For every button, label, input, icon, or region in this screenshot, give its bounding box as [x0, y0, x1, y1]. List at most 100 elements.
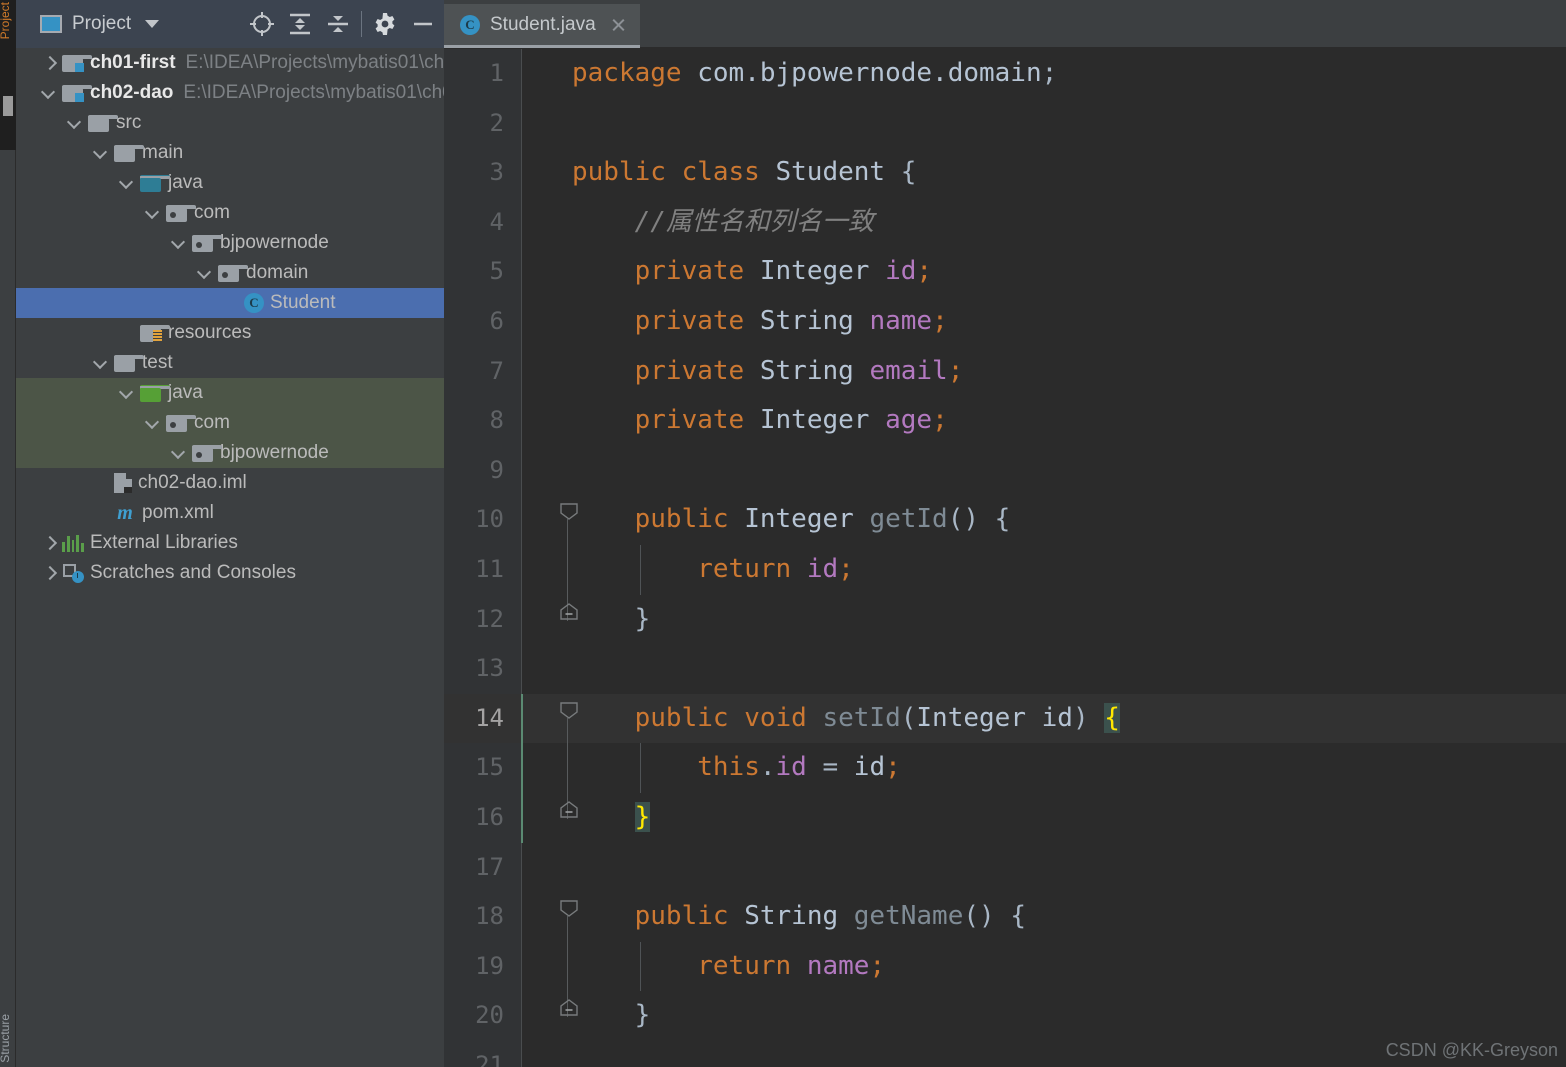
- code-token: {: [1104, 702, 1120, 733]
- chevron-right-icon[interactable]: [42, 536, 56, 550]
- chevron-down-icon[interactable]: [146, 416, 160, 430]
- code-line-6[interactable]: 6 private String name;: [444, 297, 1566, 347]
- java-class-icon: C: [460, 14, 480, 35]
- code-token: String: [759, 305, 854, 336]
- tree-row-ch01-first[interactable]: ch01-first E:\IDEA\Projects\mybatis01\ch0: [16, 48, 444, 78]
- code-text: private Integer id;: [572, 247, 932, 297]
- code-line-16[interactable]: 16 }: [444, 792, 1566, 843]
- chevron-down-icon[interactable]: [145, 20, 160, 28]
- code-line-1[interactable]: 1 package com.bjpowernode.domain;: [444, 49, 1566, 99]
- code-token: }: [634, 603, 651, 634]
- tree-row-ch02-dao-iml[interactable]: ch02-dao.iml: [16, 468, 444, 498]
- chevron-right-icon[interactable]: [42, 56, 56, 70]
- tree-row-label: com: [194, 412, 230, 433]
- chevron-down-icon[interactable]: [94, 146, 108, 160]
- code-line-9[interactable]: 9: [444, 446, 1566, 496]
- chevron-down-icon[interactable]: [120, 386, 134, 400]
- chevron-down-icon[interactable]: [120, 176, 134, 190]
- package-icon: [218, 264, 248, 282]
- tree-row-external-libraries[interactable]: External Libraries: [16, 528, 444, 558]
- tree-row-resources[interactable]: resources: [16, 318, 444, 348]
- tree-row-java[interactable]: java: [16, 168, 444, 198]
- tree-row-domain[interactable]: domain: [16, 258, 444, 288]
- tree-row-com[interactable]: com: [16, 198, 444, 228]
- code-line-14[interactable]: 14 public void setId(Integer id) {: [444, 693, 1566, 744]
- code-line-18[interactable]: 18 public String getName() {: [444, 892, 1566, 943]
- chevron-down-icon[interactable]: [146, 206, 160, 220]
- code-line-20[interactable]: 20 }: [444, 991, 1566, 1041]
- scroll-from-source-icon[interactable]: [243, 5, 281, 43]
- line-number: 20: [475, 1001, 504, 1030]
- code-token: () {: [947, 504, 1011, 535]
- code-line-17[interactable]: 17: [444, 843, 1566, 893]
- editor-tab-student-java[interactable]: C Student.java: [444, 4, 640, 48]
- tree-row-com[interactable]: com: [16, 408, 444, 438]
- chevron-down-icon[interactable]: [94, 356, 108, 370]
- code-token: ;: [932, 405, 948, 436]
- line-number: 5: [489, 257, 504, 286]
- chevron-down-icon[interactable]: [68, 116, 82, 130]
- code-line-8[interactable]: 8 private Integer age;: [444, 396, 1566, 446]
- code-line-13[interactable]: 13: [444, 644, 1566, 694]
- chevron-down-icon[interactable]: [172, 236, 186, 250]
- tree-row-label: bjpowernode: [220, 232, 329, 253]
- package-icon: [166, 204, 196, 222]
- code-line-15[interactable]: 15 this.id = id;: [444, 743, 1566, 793]
- tree-row-bjpowernode[interactable]: bjpowernode: [16, 438, 444, 468]
- tree-row-ch02-dao[interactable]: ch02-dao E:\IDEA\Projects\mybatis01\ch0: [16, 78, 444, 108]
- watermark-text: CSDN @KK-Greyson: [1385, 1040, 1558, 1060]
- chevron-down-icon[interactable]: [42, 86, 56, 100]
- module-folder-icon: [62, 84, 92, 102]
- code-line-12[interactable]: 12 }: [444, 594, 1566, 645]
- code-text: return id;: [572, 545, 854, 595]
- code-line-11[interactable]: 11 return id;: [444, 544, 1566, 595]
- tree-row-src[interactable]: src: [16, 108, 444, 138]
- collapse-all-icon[interactable]: [319, 5, 357, 43]
- folder-icon: [114, 144, 144, 162]
- code-line-19[interactable]: 19 return name;: [444, 941, 1566, 992]
- project-panel-toolbar: [243, 0, 442, 48]
- strip-resize-nub[interactable]: [3, 96, 13, 116]
- gear-icon[interactable]: [366, 5, 404, 43]
- tree-row-test[interactable]: test: [16, 348, 444, 378]
- code-line-5[interactable]: 5 private Integer id;: [444, 247, 1566, 297]
- strip-button-project[interactable]: Project: [0, 2, 12, 39]
- code-lines[interactable]: 1 package com.bjpowernode.domain; 2 3 public…: [444, 49, 1566, 1067]
- expand-all-icon[interactable]: [281, 5, 319, 43]
- line-number: 14: [475, 703, 504, 732]
- package-icon: [192, 234, 222, 252]
- test-source-folder-icon: [140, 384, 170, 402]
- code-text: return name;: [572, 942, 885, 992]
- strip-button-structure[interactable]: Structure: [0, 1014, 12, 1063]
- chevron-right-icon[interactable]: [42, 566, 56, 580]
- code-viewport[interactable]: 1 package com.bjpowernode.domain; 2 3 public…: [444, 49, 1566, 1067]
- code-line-7[interactable]: 7 private String email;: [444, 347, 1566, 397]
- line-number: 8: [489, 406, 504, 435]
- close-icon[interactable]: [610, 17, 626, 33]
- code-token: ;: [869, 950, 886, 981]
- tree-row-scratches-and-consoles[interactable]: Scratches and Consoles: [16, 558, 444, 588]
- chevron-down-icon[interactable]: [172, 446, 186, 460]
- tree-row-main[interactable]: main: [16, 138, 444, 168]
- vcs-change-marker[interactable]: [521, 693, 523, 843]
- project-tree[interactable]: ch01-first E:\IDEA\Projects\mybatis01\ch0…: [16, 48, 444, 1067]
- chevron-down-icon[interactable]: [198, 266, 212, 280]
- code-token: private: [634, 256, 745, 287]
- tree-row-student[interactable]: C Student: [16, 288, 444, 318]
- tree-row-java[interactable]: java: [16, 378, 444, 408]
- code-line-10[interactable]: 10 public Integer getId() {: [444, 495, 1566, 546]
- code-line-2[interactable]: 2: [444, 99, 1566, 149]
- project-tool-window: Project ch01-first E:\IDEA\Projects\myba…: [16, 0, 444, 1067]
- line-number: 9: [489, 455, 504, 484]
- code-line-4[interactable]: 4 //属性名和列名一致: [444, 198, 1566, 248]
- tree-row-bjpowernode[interactable]: bjpowernode: [16, 228, 444, 258]
- code-text: public String getName() {: [572, 892, 1026, 942]
- maven-pom-icon: m: [117, 502, 133, 524]
- tree-row-pom-xml[interactable]: m pom.xml: [16, 498, 444, 528]
- code-text: public class Student {: [572, 148, 916, 198]
- minimize-icon[interactable]: [404, 5, 442, 43]
- code-line-3[interactable]: 3 public class Student {: [444, 148, 1566, 198]
